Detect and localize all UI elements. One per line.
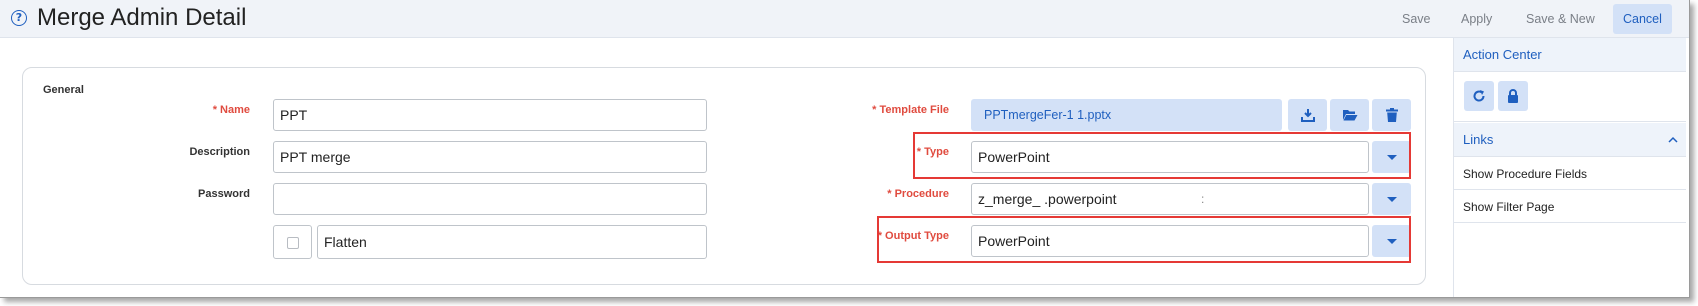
- description-field[interactable]: PPT merge: [273, 141, 707, 173]
- template-file-field[interactable]: PPTmergeFer-1 1.pptx: [971, 99, 1282, 131]
- name-field[interactable]: PPT: [273, 99, 707, 131]
- divider: [1454, 121, 1686, 122]
- flatten-checkbox-wrapper: [273, 225, 312, 259]
- link-show-procedure-fields[interactable]: Show Procedure Fields: [1454, 158, 1686, 190]
- procedure-select[interactable]: z_merge_ .powerpoint :: [971, 183, 1369, 215]
- description-label: Description: [189, 146, 250, 158]
- procedure-suffix: :: [1201, 192, 1205, 206]
- links-title: Links: [1463, 132, 1494, 147]
- lock-icon: [1508, 89, 1518, 103]
- chevron-down-icon: [1386, 196, 1397, 202]
- type-select[interactable]: PowerPoint: [971, 141, 1369, 173]
- apply-button[interactable]: Apply: [1451, 4, 1502, 34]
- output-type-label: * Output Type: [877, 230, 949, 242]
- download-icon: [1300, 109, 1315, 122]
- cancel-button[interactable]: Cancel: [1613, 4, 1672, 34]
- delete-file-button[interactable]: [1372, 99, 1411, 131]
- password-label: Password: [198, 188, 250, 200]
- chevron-up-icon: [1668, 136, 1678, 143]
- flatten-label-field: Flatten: [317, 225, 707, 259]
- name-label: * Name: [212, 104, 250, 116]
- type-label: * Type: [916, 146, 949, 158]
- procedure-value: z_merge_ .powerpoint: [978, 191, 1117, 207]
- chevron-down-icon: [1386, 238, 1397, 244]
- type-dropdown-button[interactable]: [1372, 141, 1411, 173]
- download-button[interactable]: [1288, 99, 1327, 131]
- output-type-dropdown-button[interactable]: [1372, 225, 1411, 257]
- action-center-header: Action Center: [1454, 38, 1686, 72]
- refresh-button[interactable]: [1464, 81, 1494, 111]
- save-button[interactable]: Save: [1392, 4, 1441, 34]
- procedure-label: * Procedure: [887, 188, 949, 200]
- link-show-filter-page[interactable]: Show Filter Page: [1454, 191, 1686, 223]
- flatten-checkbox[interactable]: [287, 237, 299, 249]
- password-field[interactable]: [273, 183, 707, 215]
- procedure-dropdown-button[interactable]: [1372, 183, 1411, 215]
- page-header: ? Merge Admin Detail Save Apply Save & N…: [0, 0, 1689, 38]
- template-file-label: * Template File: [872, 104, 949, 116]
- open-folder-button[interactable]: [1330, 99, 1369, 131]
- trash-icon: [1385, 108, 1398, 122]
- help-circle-icon[interactable]: ?: [11, 10, 27, 26]
- action-panel: Action Center Links Show Procedure Field…: [1453, 38, 1686, 297]
- folder-open-icon: [1342, 110, 1357, 121]
- links-header[interactable]: Links: [1454, 123, 1686, 157]
- lock-button[interactable]: [1498, 81, 1528, 111]
- chevron-down-icon: [1386, 154, 1397, 160]
- output-type-select[interactable]: PowerPoint: [971, 225, 1369, 257]
- window: ? Merge Admin Detail Save Apply Save & N…: [0, 0, 1690, 298]
- section-title: General: [43, 84, 84, 96]
- page-title: Merge Admin Detail: [37, 4, 247, 31]
- save-new-button[interactable]: Save & New: [1516, 4, 1605, 34]
- refresh-icon: [1473, 90, 1485, 102]
